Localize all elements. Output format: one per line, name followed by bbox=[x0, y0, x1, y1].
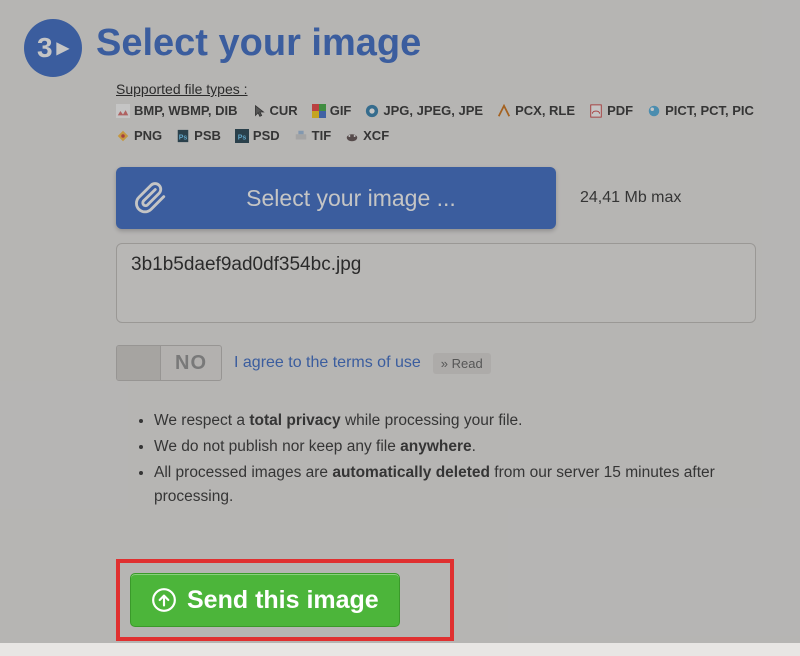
file-type-jpg: JPG, JPEG, JPE bbox=[365, 103, 483, 118]
supported-file-types-label: Supported file types : bbox=[116, 81, 248, 97]
terms-toggle[interactable]: NO bbox=[116, 345, 222, 381]
select-image-label: Select your image ... bbox=[186, 185, 556, 212]
file-type-tif: TIF bbox=[294, 128, 332, 143]
privacy-item: We respect a total privacy while process… bbox=[154, 409, 776, 433]
file-type-bmp: BMP, WBMP, DIB bbox=[116, 103, 238, 118]
privacy-item: We do not publish nor keep any file anyw… bbox=[154, 435, 776, 459]
file-type-png: PNG bbox=[116, 128, 162, 143]
step-number: 3 bbox=[37, 32, 53, 64]
paperclip-icon bbox=[116, 181, 186, 215]
selected-filename: 3b1b5daef9ad0df354bc.jpg bbox=[131, 254, 361, 275]
file-type-gif: GIF bbox=[312, 103, 352, 118]
send-image-label: Send this image bbox=[187, 586, 379, 615]
file-type-pdf: PDF bbox=[589, 103, 633, 118]
send-image-button[interactable]: Send this image bbox=[130, 573, 400, 627]
select-image-button[interactable]: Select your image ... bbox=[116, 167, 556, 229]
file-type-psb: PsPSB bbox=[176, 128, 221, 143]
file-type-psd: PsPSD bbox=[235, 128, 280, 143]
upload-icon bbox=[151, 587, 177, 613]
privacy-item: All processed images are automatically d… bbox=[154, 461, 776, 509]
toggle-state: NO bbox=[161, 352, 221, 375]
play-icon: ▶ bbox=[57, 38, 69, 58]
file-type-pict: PICT, PCT, PIC bbox=[647, 103, 754, 118]
privacy-bullets: We respect a total privacy while process… bbox=[154, 409, 776, 509]
file-type-pcx: PCX, RLE bbox=[497, 103, 575, 118]
step-title: Select your image bbox=[96, 23, 421, 65]
terms-read-button[interactable]: » Read bbox=[433, 353, 491, 374]
file-type-xcf: XCF bbox=[345, 128, 389, 143]
max-size-text: 24,41 Mb max bbox=[580, 189, 681, 207]
svg-text:Ps: Ps bbox=[238, 134, 247, 141]
svg-text:Ps: Ps bbox=[179, 134, 188, 141]
file-type-cur: CUR bbox=[252, 103, 298, 118]
file-type-list: BMP, WBMP, DIB CUR GIF JPG, JPEG, JPE PC… bbox=[116, 103, 776, 143]
toggle-knob bbox=[117, 346, 161, 380]
send-highlight-box: Send this image bbox=[116, 559, 454, 641]
terms-label: I agree to the terms of use bbox=[234, 354, 421, 372]
file-display-box: 3b1b5daef9ad0df354bc.jpg bbox=[116, 243, 756, 323]
step-circle: 3 ▶ bbox=[24, 19, 82, 77]
